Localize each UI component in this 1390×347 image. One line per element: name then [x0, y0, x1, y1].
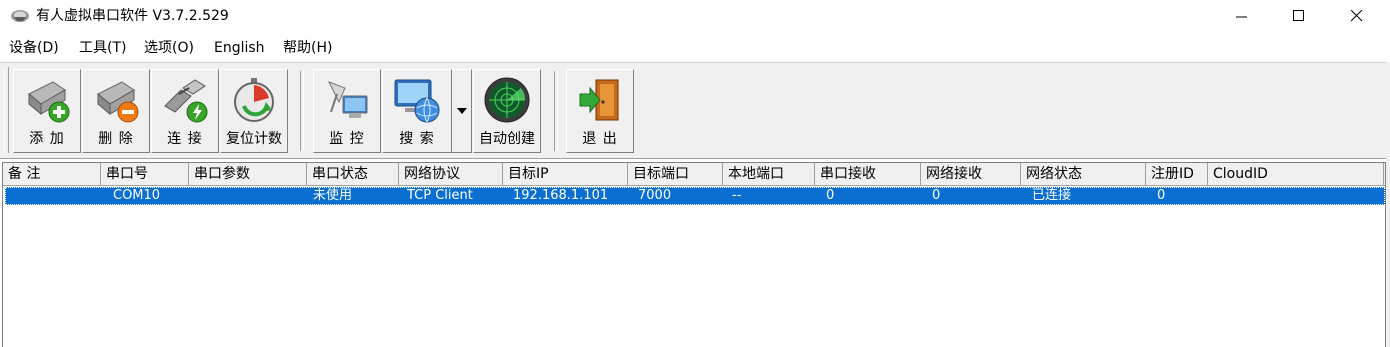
delete-label: 删 除 [98, 131, 134, 147]
port-list[interactable]: 备 注 串口号 串口参数 串口状态 网络协议 目标IP 目标端口 本地端口 串口… [2, 162, 1386, 347]
menu-english[interactable]: English [214, 39, 265, 57]
minimize-icon [1236, 16, 1247, 18]
column-target-ip[interactable]: 目标IP [503, 163, 628, 185]
auto-create-label: 自动创建 [479, 131, 535, 147]
toolbar-grip[interactable] [4, 67, 9, 153]
cell-port: COM10 [113, 188, 161, 203]
cell-reg-id: 0 [1157, 188, 1166, 203]
connect-icon [164, 79, 208, 123]
cell-protocol: TCP Client [407, 188, 473, 203]
cell-cloud-id [1213, 187, 1218, 205]
delete-port-icon [97, 81, 139, 123]
search-button[interactable]: 搜 索 [382, 69, 452, 153]
menu-bar: 设备(D) 工具(T) 选项(O) English 帮助(H) [0, 36, 1390, 60]
list-header: 备 注 串口号 串口参数 串口状态 网络协议 目标IP 目标端口 本地端口 串口… [3, 163, 1385, 186]
column-port-status[interactable]: 串口状态 [307, 163, 399, 185]
exit-label: 退 出 [582, 131, 618, 147]
cell-target-port: 7000 [638, 188, 672, 203]
cell-port-status: 未使用 [313, 188, 353, 203]
cell-note [5, 187, 10, 205]
add-label: 添 加 [29, 131, 65, 147]
menu-tools[interactable]: 工具(T) [79, 39, 126, 57]
menu-options[interactable]: 选项(O) [144, 39, 194, 57]
stopwatch-reset-icon [234, 78, 274, 122]
column-local-port[interactable]: 本地端口 [723, 163, 815, 185]
close-icon [1351, 10, 1363, 22]
connect-button[interactable]: 连 接 [151, 69, 219, 153]
cell-serial-rx: 0 [826, 188, 835, 203]
add-button[interactable]: 添 加 [13, 69, 81, 153]
reset-count-label: 复位计数 [226, 131, 282, 147]
add-port-icon [28, 81, 70, 123]
cell-local-port: -- [732, 188, 742, 203]
radar-icon [484, 77, 530, 123]
search-label: 搜 索 [399, 131, 435, 147]
search-dropdown-button[interactable] [452, 69, 472, 153]
toolbar-separator [300, 71, 304, 151]
minimize-button[interactable] [1213, 0, 1273, 34]
search-network-icon [394, 79, 440, 123]
exit-button[interactable]: 退 出 [566, 69, 634, 153]
cell-net-rx: 0 [932, 188, 941, 203]
app-icon [11, 10, 29, 22]
menu-help[interactable]: 帮助(H) [283, 39, 332, 57]
column-cloud-id[interactable]: CloudID [1208, 163, 1384, 185]
monitor-label: 监 控 [329, 131, 365, 147]
chevron-down-icon [457, 108, 467, 114]
cell-net-status: 已连接 [1032, 188, 1072, 203]
toolbar: 添 加 删 除 连 接 复位计数 监 控 搜 索 自动创建 退 出 [0, 62, 1390, 159]
maximize-icon [1293, 10, 1304, 21]
column-net-status[interactable]: 网络状态 [1021, 163, 1146, 185]
cell-target-ip: 192.168.1.101 [513, 188, 609, 203]
toolbar-separator [554, 71, 558, 151]
monitor-icon [327, 81, 368, 118]
column-params[interactable]: 串口参数 [189, 163, 307, 185]
delete-button[interactable]: 删 除 [82, 69, 150, 153]
window-right-edge [1386, 62, 1390, 347]
column-net-rx[interactable]: 网络接收 [921, 163, 1021, 185]
cell-params [192, 187, 197, 205]
window-title: 有人虚拟串口软件 V3.7.2.529 [36, 8, 229, 24]
close-button[interactable] [1328, 0, 1388, 34]
column-port[interactable]: 串口号 [101, 163, 189, 185]
column-reg-id[interactable]: 注册ID [1146, 163, 1208, 185]
table-row[interactable]: COM10 未使用 TCP Client 192.168.1.101 7000 … [5, 187, 1385, 205]
column-note[interactable]: 备 注 [3, 163, 101, 185]
connect-label: 连 接 [167, 131, 203, 147]
column-protocol[interactable]: 网络协议 [399, 163, 503, 185]
menu-device[interactable]: 设备(D) [9, 39, 59, 57]
title-bar: 有人虚拟串口软件 V3.7.2.529 [0, 0, 1390, 34]
column-target-port[interactable]: 目标端口 [628, 163, 723, 185]
monitor-button[interactable]: 监 控 [313, 69, 381, 153]
reset-count-button[interactable]: 复位计数 [220, 69, 288, 153]
exit-door-icon [579, 79, 619, 121]
column-serial-rx[interactable]: 串口接收 [815, 163, 921, 185]
auto-create-button[interactable]: 自动创建 [473, 69, 541, 153]
maximize-button[interactable] [1270, 0, 1330, 34]
